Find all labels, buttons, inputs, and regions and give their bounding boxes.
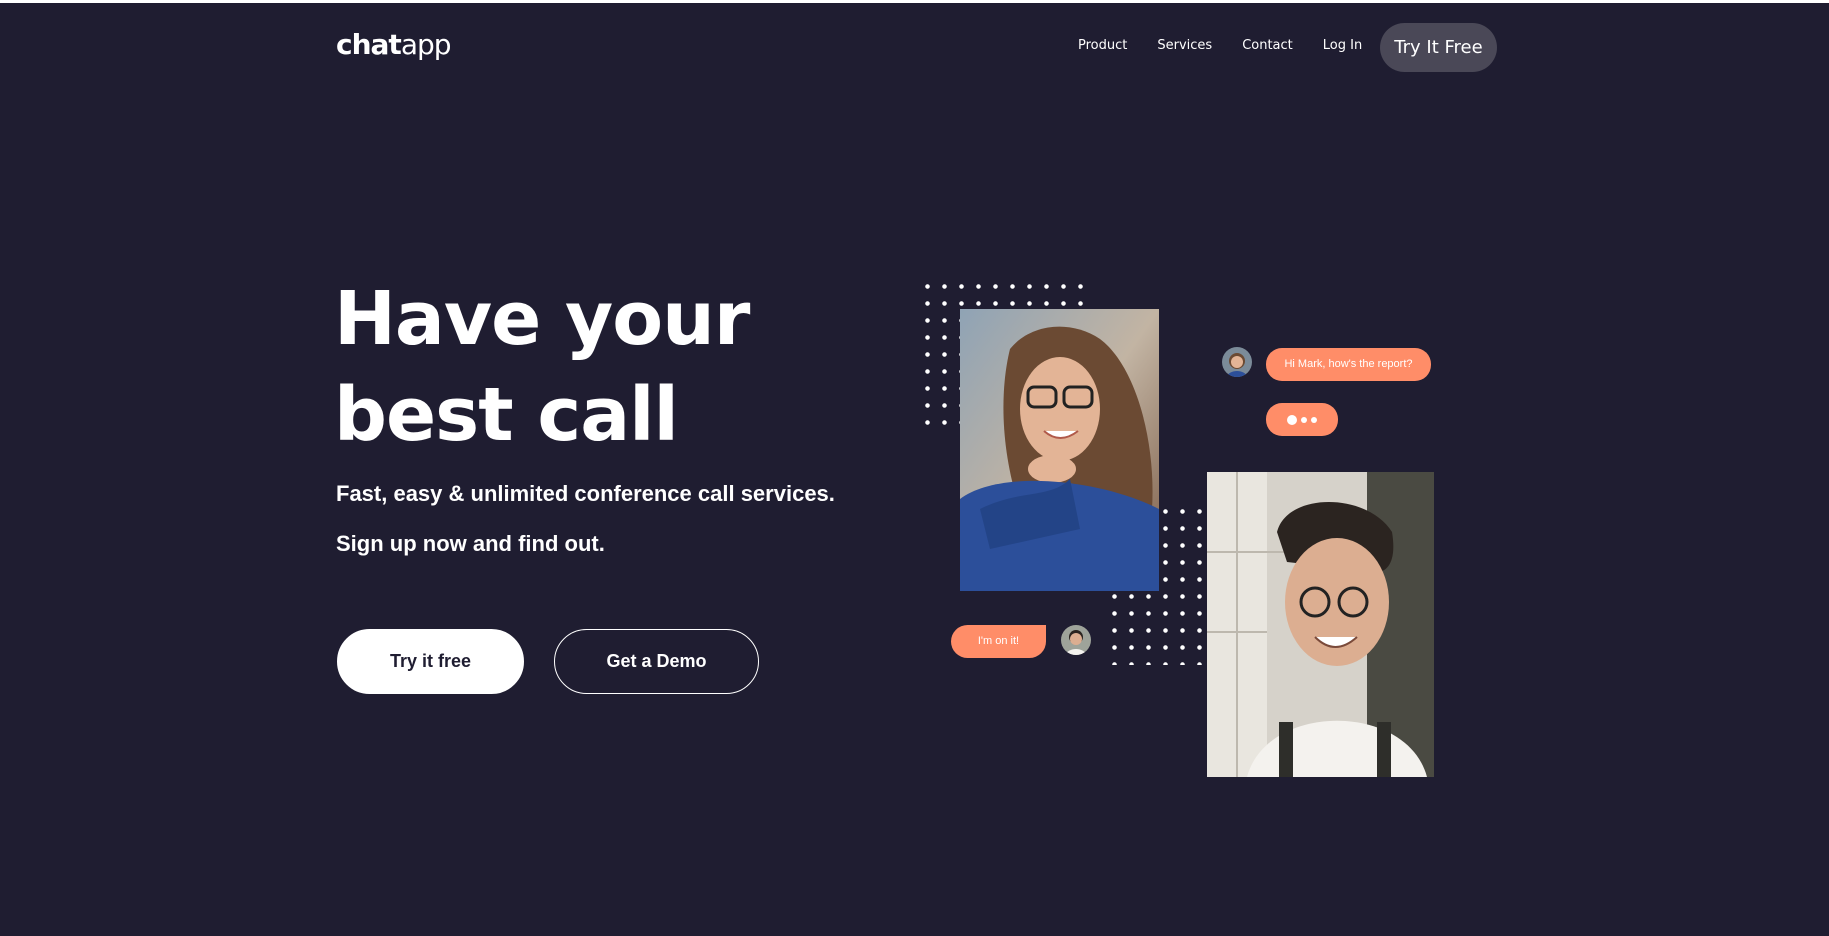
hero-title-line-2: best call xyxy=(334,372,679,458)
nav-links: Product Services Contact Log In xyxy=(1078,36,1392,56)
hero-subtitle-1: Fast, easy & unlimited conference call s… xyxy=(336,481,835,506)
get-a-demo-button[interactable]: Get a Demo xyxy=(554,629,759,694)
nav-link-login[interactable]: Log In xyxy=(1323,36,1362,56)
nav-link-contact[interactable]: Contact xyxy=(1242,36,1293,56)
man-photo xyxy=(1207,472,1434,777)
logo-light-text: app xyxy=(400,28,452,61)
nav-link-product[interactable]: Product xyxy=(1078,36,1127,56)
hero-title-line-1: Have your xyxy=(334,276,750,362)
nav-link-services[interactable]: Services xyxy=(1157,36,1212,56)
try-it-free-button[interactable]: Try it free xyxy=(337,629,524,694)
logo-bold-text: chat xyxy=(336,28,402,61)
top-navigation: chatapp Product Services Contact Log In … xyxy=(0,3,1829,93)
typing-indicator-icon xyxy=(1266,403,1338,436)
nav-try-free-button[interactable]: Try It Free xyxy=(1380,23,1497,72)
avatar-man xyxy=(1061,625,1091,655)
landing-page: chatapp Product Services Contact Log In … xyxy=(0,3,1829,936)
hero-subtitle-2: Sign up now and find out. xyxy=(336,531,605,556)
chatapp-logo[interactable]: chatapp xyxy=(336,27,452,63)
chat-bubble-outgoing: I'm on it! xyxy=(951,625,1046,658)
woman-photo xyxy=(960,309,1159,591)
chat-bubble-typing xyxy=(1266,403,1338,436)
avatar-woman xyxy=(1222,347,1252,377)
chat-bubble-incoming: Hi Mark, how's the report? xyxy=(1266,348,1431,381)
hero-title: Have your best call xyxy=(334,271,750,463)
